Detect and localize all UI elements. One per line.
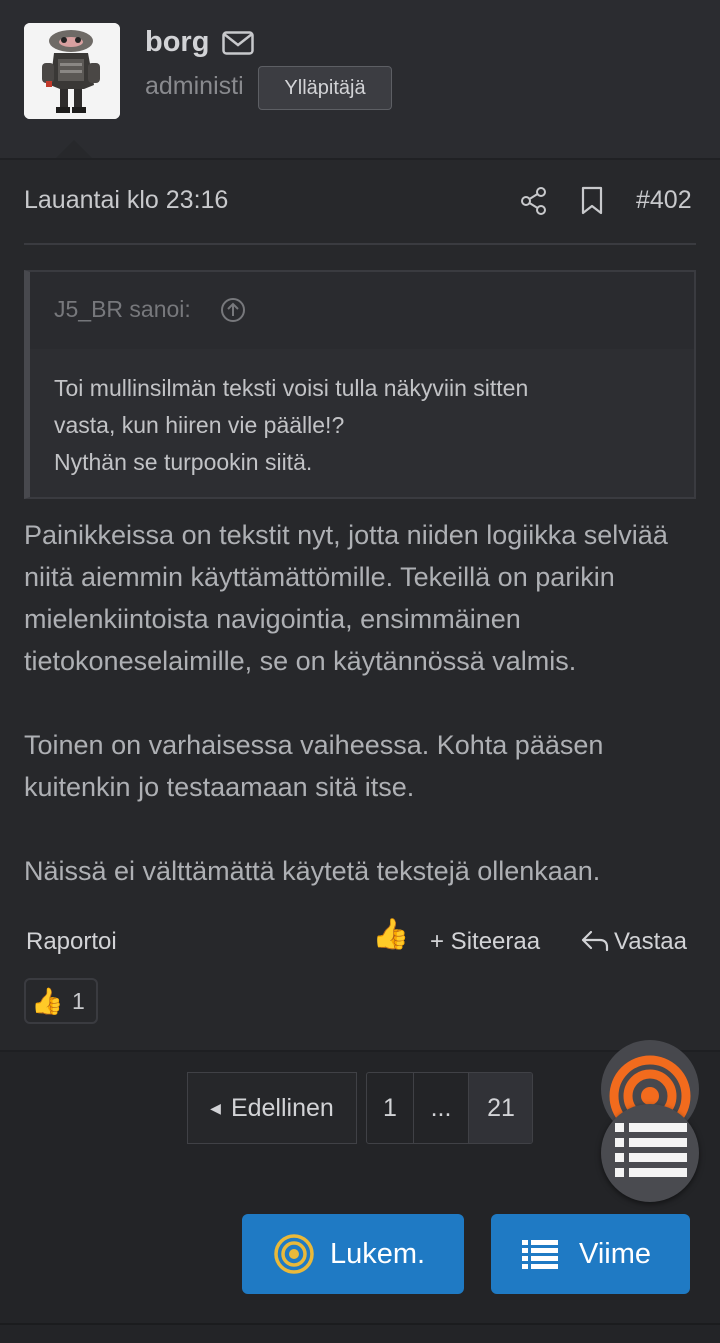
like-button[interactable]: 👍 <box>372 918 409 952</box>
reply-label: Vastaa <box>614 928 687 955</box>
reading-button-label: Lukem. <box>330 1238 426 1270</box>
quote-line: vasta, kun hiiren vie päälle!? <box>54 412 345 438</box>
role-badge: Ylläpitäjä <box>258 66 392 110</box>
reply-button[interactable]: Vastaa <box>580 928 687 956</box>
post-paragraph: Painikkeissa on tekstit nyt, jotta niide… <box>24 520 668 676</box>
quote-line: Nythän se turpookin siitä. <box>54 449 313 475</box>
pagination: 1 ... 21 <box>366 1072 533 1144</box>
post-number-link[interactable]: #402 <box>636 186 692 215</box>
header-divider <box>0 158 720 160</box>
list-float-button[interactable] <box>601 1104 699 1202</box>
reaction-summary[interactable]: 👍 1 <box>24 978 98 1024</box>
post-paragraph: Näissä ei välttämättä käytetä tekstejä o… <box>24 856 601 886</box>
report-link[interactable]: Raportoi <box>26 928 117 956</box>
page-link-current[interactable]: 21 <box>469 1073 532 1143</box>
page-link-first[interactable]: 1 <box>367 1073 414 1143</box>
reading-button[interactable]: Lukem. <box>242 1214 464 1294</box>
user-title: administi <box>145 72 244 100</box>
thumbs-up-icon: 👍 <box>31 986 64 1016</box>
post-paragraph: Toinen on varhaisessa vaiheessa. Kohta p… <box>24 730 604 802</box>
latest-button[interactable]: Viime <box>491 1214 690 1294</box>
post-body: Painikkeissa on tekstit nyt, jotta niide… <box>24 514 704 934</box>
arrow-up-circle-icon[interactable] <box>220 297 246 323</box>
share-icon[interactable] <box>520 186 548 216</box>
reply-arrow-icon <box>581 930 609 952</box>
quote-line: Toi mullinsilmän teksti voisi tulla näky… <box>54 375 529 401</box>
quote-block: J5_BR sanoi: Toi mullinsilmän teksti voi… <box>24 270 696 499</box>
quote-button[interactable]: + Siteeraa <box>430 928 540 956</box>
envelope-icon[interactable] <box>222 31 254 55</box>
previous-page-button[interactable]: ◀ Edellinen <box>187 1072 357 1144</box>
bookmark-icon[interactable] <box>580 186 604 216</box>
avatar[interactable] <box>24 23 120 119</box>
bottom-divider <box>0 1323 720 1325</box>
username[interactable]: borg <box>145 26 209 59</box>
target-icon <box>274 1234 314 1274</box>
raccoon-avatar-image <box>24 23 120 119</box>
post-date[interactable]: Lauantai klo 23:16 <box>24 186 228 215</box>
caret-left-icon: ◀ <box>210 1100 221 1116</box>
page-jump-ellipsis[interactable]: ... <box>414 1073 469 1143</box>
post-divider <box>24 243 696 245</box>
list-icon <box>615 1123 687 1177</box>
quote-text: Toi mullinsilmän teksti voisi tulla näky… <box>54 370 674 481</box>
previous-page-label: Edellinen <box>230 1094 334 1122</box>
list-icon <box>522 1240 558 1269</box>
header-pointer <box>54 140 94 160</box>
reaction-count: 1 <box>72 988 85 1014</box>
latest-button-label: Viime <box>579 1238 651 1270</box>
quote-author[interactable]: J5_BR sanoi: <box>54 296 191 323</box>
